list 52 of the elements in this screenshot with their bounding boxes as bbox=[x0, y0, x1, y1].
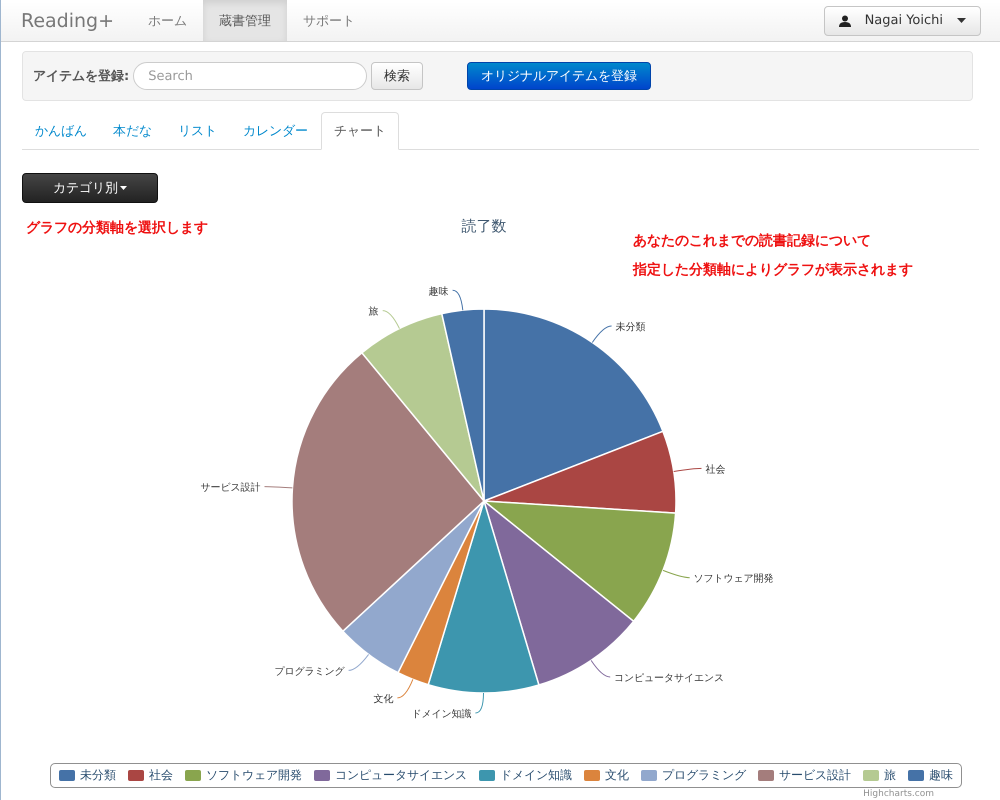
user-menu-button[interactable]: Nagai Yoichi bbox=[824, 6, 981, 36]
slice-label: 社会 bbox=[705, 464, 726, 476]
slice-label: コンピュータサイエンス bbox=[614, 672, 724, 684]
user-icon bbox=[838, 14, 851, 26]
tab[interactable]: 本だな bbox=[100, 112, 165, 150]
leader-line bbox=[452, 290, 464, 311]
brand-logo[interactable]: Reading+ bbox=[21, 0, 114, 41]
leader-line bbox=[474, 692, 484, 714]
category-dropdown-button[interactable]: カテゴリ別 bbox=[22, 173, 158, 203]
legend-label[interactable]: 趣味 bbox=[929, 767, 953, 784]
register-original-button[interactable]: オリジナルアイテムを登録 bbox=[467, 62, 652, 90]
slice-label: ソフトウェア開発 bbox=[694, 574, 774, 585]
leader-line bbox=[382, 310, 400, 330]
slice-label: 旅 bbox=[368, 306, 379, 318]
caret-icon bbox=[957, 18, 966, 23]
leader-line bbox=[396, 678, 414, 698]
legend-label[interactable]: サービス設計 bbox=[779, 767, 851, 784]
legend-label[interactable]: ドメイン知識 bbox=[500, 767, 572, 784]
leader-line bbox=[673, 468, 702, 472]
search-field[interactable]: Search bbox=[133, 62, 368, 90]
caret-icon bbox=[120, 186, 127, 190]
nav-item[interactable]: ホーム bbox=[132, 0, 204, 41]
annotation-text: グラフの分類軸を選択します bbox=[26, 219, 208, 237]
search-button[interactable]: 検索 bbox=[371, 62, 424, 90]
legend-label[interactable]: コンピュータサイエンス bbox=[335, 767, 467, 784]
slice-label: ドメイン知識 bbox=[411, 709, 472, 720]
chart-title: 読了数 bbox=[462, 217, 506, 235]
leader-line bbox=[590, 660, 611, 678]
tab[interactable]: チャート bbox=[321, 112, 399, 150]
leader-line bbox=[662, 570, 690, 578]
slice-label: サービス設計 bbox=[200, 482, 260, 494]
nav-item[interactable]: サポート bbox=[287, 0, 372, 41]
tab[interactable]: カレンダー bbox=[230, 112, 321, 150]
legend-label[interactable]: 旅 bbox=[884, 767, 896, 784]
slice-label: 文化 bbox=[373, 694, 394, 705]
legend-label[interactable]: プログラミング bbox=[662, 767, 746, 784]
legend-label[interactable]: ソフトウェア開発 bbox=[206, 767, 302, 784]
slice-label: 未分類 bbox=[616, 322, 646, 333]
leader-line bbox=[592, 326, 612, 343]
legend-label[interactable]: 文化 bbox=[605, 767, 629, 784]
slice-label: プログラミング bbox=[274, 666, 345, 678]
slice-label: 趣味 bbox=[428, 286, 449, 298]
leader-line bbox=[264, 486, 293, 488]
leader-line bbox=[348, 654, 370, 671]
tab[interactable]: かんばん bbox=[22, 112, 100, 150]
nav-item[interactable]: 蔵書管理 bbox=[203, 0, 288, 41]
legend-label[interactable]: 未分類 bbox=[80, 767, 116, 784]
tab[interactable]: リスト bbox=[165, 112, 230, 150]
annotation-text: 指定した分類軸によりグラフが表示されます bbox=[633, 261, 913, 279]
legend-label[interactable]: 社会 bbox=[149, 767, 173, 784]
register-label: アイテムを登録: bbox=[33, 68, 130, 85]
annotation-text: あなたのこれまでの読書記録について bbox=[633, 232, 872, 250]
